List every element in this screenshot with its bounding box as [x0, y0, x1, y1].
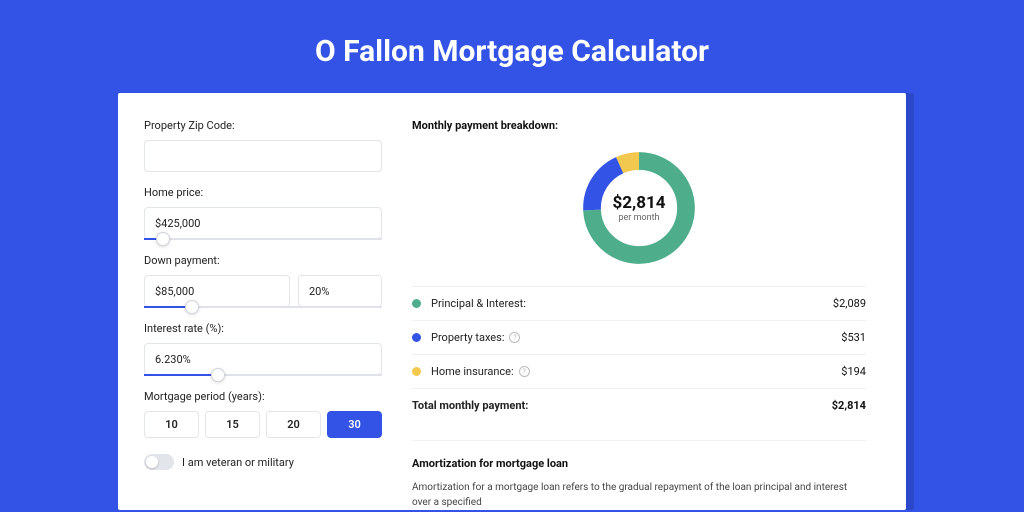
amortization-body: Amortization for a mortgage loan refers … — [412, 480, 866, 510]
home-price-input[interactable] — [144, 207, 382, 239]
veteran-toggle[interactable] — [144, 454, 174, 470]
slider-thumb[interactable] — [185, 300, 199, 314]
breakdown-heading: Monthly payment breakdown: — [412, 119, 866, 132]
amortization-section: Amortization for mortgage loan Amortizat… — [412, 440, 866, 510]
legend-row-insurance: Home insurance:? $194 — [412, 354, 866, 388]
amortization-title: Amortization for mortgage loan — [412, 457, 866, 470]
period-button-group: 10 15 20 30 — [144, 411, 382, 438]
zip-field: Property Zip Code: — [144, 119, 382, 172]
info-icon[interactable]: ? — [519, 366, 530, 377]
donut-sub: per month — [618, 213, 659, 223]
home-price-field: Home price: — [144, 186, 382, 240]
total-label: Total monthly payment: — [412, 399, 832, 412]
breakdown-column: Monthly payment breakdown: $2,814 per mo… — [412, 119, 866, 510]
legend-label: Principal & Interest: — [431, 297, 833, 310]
page-title: O Fallon Mortgage Calculator — [0, 0, 1024, 93]
donut-chart: $2,814 per month — [412, 142, 866, 286]
legend-dot-icon — [412, 333, 421, 342]
period-btn-30[interactable]: 30 — [327, 411, 382, 438]
info-icon[interactable]: ? — [509, 332, 520, 343]
veteran-label: I am veteran or military — [182, 456, 294, 469]
period-btn-10[interactable]: 10 — [144, 411, 199, 438]
legend-dot-icon — [412, 367, 421, 376]
period-btn-20[interactable]: 20 — [266, 411, 321, 438]
slider-thumb[interactable] — [211, 368, 225, 382]
home-price-slider[interactable] — [144, 238, 382, 240]
total-value: $2,814 — [832, 399, 866, 412]
legend-row-total: Total monthly payment: $2,814 — [412, 388, 866, 422]
slider-thumb[interactable] — [156, 232, 170, 246]
down-payment-field: Down payment: — [144, 254, 382, 308]
zip-input[interactable] — [144, 140, 382, 172]
zip-label: Property Zip Code: — [144, 119, 382, 132]
calculator-card: Property Zip Code: Home price: Down paym… — [118, 93, 906, 510]
donut-center: $2,814 per month — [577, 146, 701, 270]
legend-label: Property taxes:? — [431, 331, 841, 344]
interest-slider[interactable] — [144, 374, 382, 376]
form-column: Property Zip Code: Home price: Down paym… — [144, 119, 382, 510]
legend-value: $194 — [841, 365, 866, 378]
period-field: Mortgage period (years): 10 15 20 30 — [144, 390, 382, 438]
donut-amount: $2,814 — [613, 193, 666, 213]
down-payment-pct-input[interactable] — [298, 275, 382, 307]
legend-row-taxes: Property taxes:? $531 — [412, 320, 866, 354]
period-label: Mortgage period (years): — [144, 390, 382, 403]
down-payment-slider[interactable] — [144, 306, 382, 308]
slider-fill — [144, 374, 218, 376]
legend-label: Home insurance:? — [431, 365, 841, 378]
legend-dot-icon — [412, 299, 421, 308]
interest-field: Interest rate (%): — [144, 322, 382, 376]
period-btn-15[interactable]: 15 — [205, 411, 260, 438]
legend-row-principal: Principal & Interest: $2,089 — [412, 286, 866, 320]
interest-label: Interest rate (%): — [144, 322, 382, 335]
down-payment-input[interactable] — [144, 275, 290, 307]
home-price-label: Home price: — [144, 186, 382, 199]
veteran-row: I am veteran or military — [144, 454, 382, 470]
legend-value: $531 — [841, 331, 866, 344]
interest-input[interactable] — [144, 343, 382, 375]
legend-value: $2,089 — [833, 297, 866, 310]
down-payment-label: Down payment: — [144, 254, 382, 267]
